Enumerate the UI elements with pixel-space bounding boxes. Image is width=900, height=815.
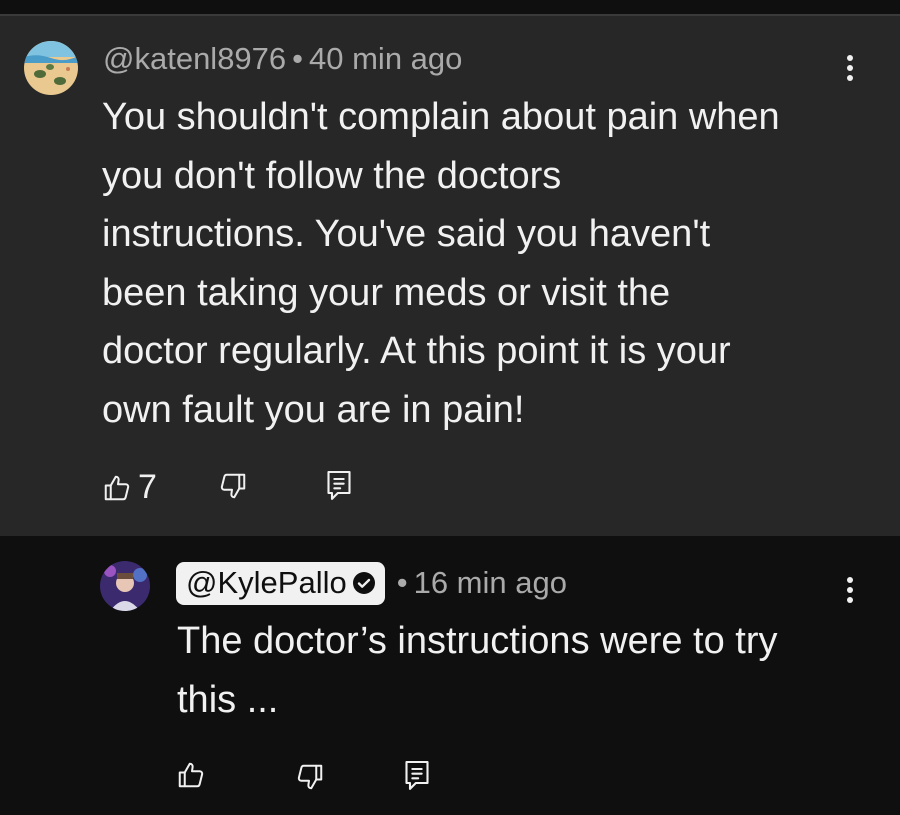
top-divider [0,0,900,16]
thumbs-up-icon [102,473,132,503]
comment-meta: @katenl8976 • 40 min ago [103,41,462,77]
thumbs-down-icon [295,762,325,792]
reply-button[interactable] [325,469,353,503]
verified-check-icon [352,571,375,594]
reply-button[interactable] [403,759,431,793]
creator-handle-badge[interactable]: @KylePallo [176,562,385,605]
avatar[interactable] [24,41,78,95]
more-vert-icon[interactable] [840,52,860,92]
reply-thread-item: @KylePallo • 16 min ago The doctor’s instr… [0,536,900,815]
author-handle[interactable]: @katenl8976 [103,41,286,76]
avatar[interactable] [100,561,150,611]
like-count: 7 [138,468,157,506]
comment-text: The doctor’s instructions were to try th… [177,620,778,721]
comment-text: You shouldn't complain about pain when y… [102,96,780,431]
comment-thread-item: @katenl8976 • 40 min ago You shouldn't com… [0,16,900,536]
more-vert-icon[interactable] [840,574,860,614]
reply-icon [325,469,353,503]
dislike-button[interactable] [295,762,325,792]
comment-timestamp[interactable]: 16 min ago [414,565,567,600]
comment-meta: @KylePallo • 16 min ago [176,562,567,605]
author-handle: @KylePallo [186,565,347,600]
thumbs-up-icon [176,760,206,790]
comment-timestamp[interactable]: 40 min ago [309,41,462,76]
dislike-button[interactable] [218,471,248,501]
like-button[interactable] [176,760,212,790]
thumbs-down-icon [218,471,248,501]
reply-icon [403,759,431,793]
meta-separator: • [396,565,408,600]
meta-separator: • [292,41,304,76]
like-button[interactable]: 7 [102,468,157,507]
